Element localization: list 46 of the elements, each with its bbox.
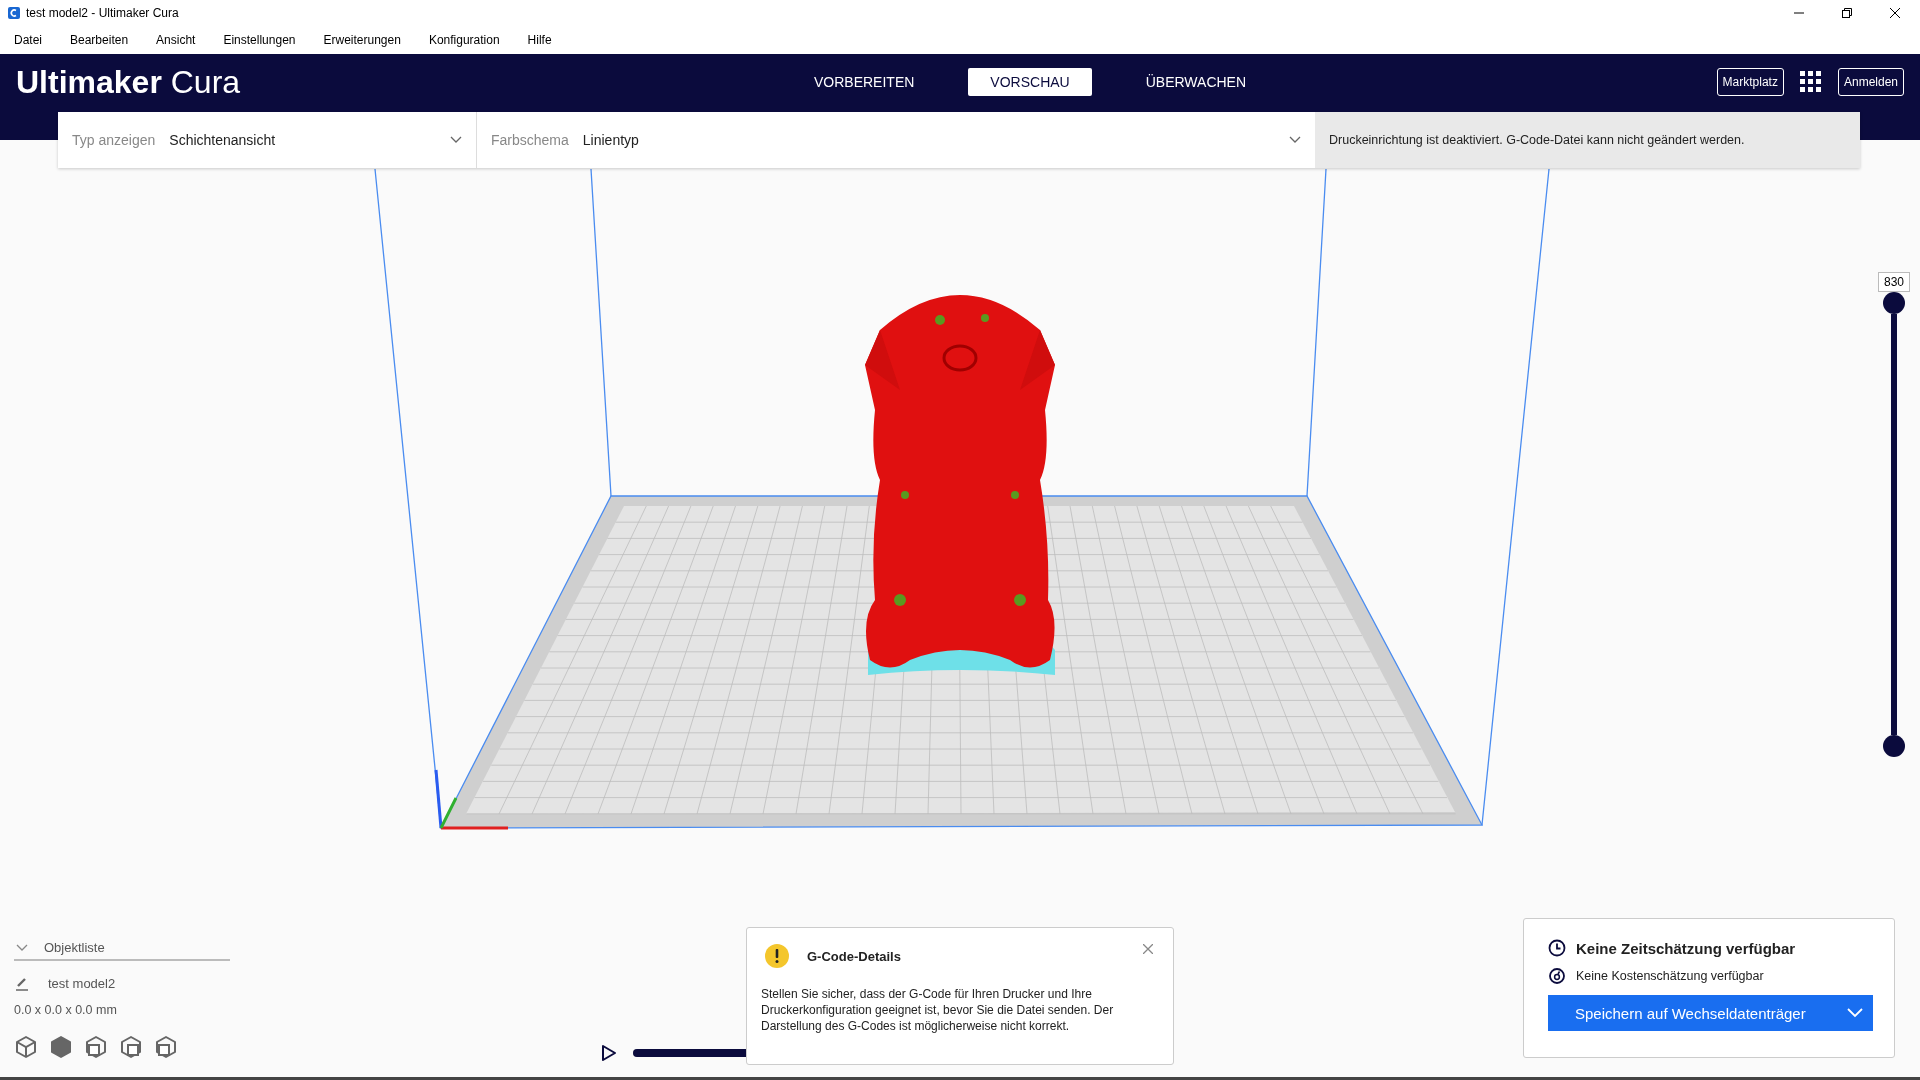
sign-in-button[interactable]: Anmelden <box>1837 68 1904 96</box>
logo: Ultimaker Cura <box>16 64 242 101</box>
stage-tab[interactable]: VORBEREITEN <box>792 68 937 96</box>
warning-icon <box>765 944 789 968</box>
cube-icon[interactable] <box>154 1035 178 1059</box>
message-title: G-Code-Details <box>807 948 901 964</box>
object-name[interactable]: test model2 <box>48 975 116 991</box>
cube-icon[interactable] <box>14 1035 38 1059</box>
view-type-dropdown[interactable]: Typ anzeigen Schichtenansicht <box>58 112 477 168</box>
pencil-icon <box>14 975 30 991</box>
menu-item[interactable]: Erweiterungen <box>323 33 401 47</box>
apps-grid-icon[interactable] <box>1799 71 1822 93</box>
menu-item[interactable]: Hilfe <box>527 33 552 47</box>
time-estimate: Keine Zeitschätzung verfügbar <box>1576 939 1796 957</box>
cube-icon[interactable] <box>84 1035 108 1059</box>
slider-handle[interactable] <box>1883 735 1905 757</box>
chevron-down-icon <box>1289 136 1301 144</box>
menu-item[interactable]: Bearbeiten <box>70 33 129 47</box>
marketplace-button[interactable]: Marktplatz <box>1716 68 1784 96</box>
cost-icon <box>1548 967 1566 985</box>
object-list-header[interactable]: Objektliste <box>14 940 230 961</box>
cost-estimate: Keine Kostenschätzung verfügbar <box>1576 969 1764 983</box>
chevron-down-icon <box>1847 1008 1863 1018</box>
close-icon[interactable] <box>1890 8 1900 18</box>
window-title: test model2 - Ultimaker Cura <box>26 6 179 20</box>
menu-item[interactable]: Einstellungen <box>223 33 296 47</box>
layer-number-label: 830 <box>1878 272 1910 292</box>
menu-item[interactable]: Konfiguration <box>428 33 500 47</box>
save-button[interactable]: Speichern auf Wechseldatenträger <box>1548 995 1873 1031</box>
stage-tab[interactable]: ÜBERWACHEN <box>1123 68 1269 96</box>
play-icon[interactable] <box>601 1044 617 1062</box>
clock-icon <box>1548 939 1566 957</box>
chevron-down-icon <box>450 136 462 144</box>
object-list-title: Objektliste <box>44 940 105 955</box>
stage-tab[interactable]: VORSCHAU <box>968 68 1092 96</box>
object-dimensions: 0.0 x 0.0 x 0.0 mm <box>14 1003 118 1017</box>
menu-item[interactable]: Datei <box>14 33 42 47</box>
restore-icon[interactable] <box>1842 8 1852 18</box>
message-text: Stellen Sie sicher, dass der G-Code für Ihren Drucker und Ihre Druckerkonfiguration geeignet ist, bevor Sie die Datei senden. Der Darstellung des G-Codes ist möglicherweise nicht korrekt. <box>761 986 1115 1034</box>
app-icon <box>8 7 20 19</box>
cube-icon[interactable] <box>49 1035 73 1059</box>
menu-item[interactable]: Ansicht <box>156 33 196 47</box>
slider-handle[interactable] <box>1883 292 1905 314</box>
cube-icon[interactable] <box>119 1035 143 1059</box>
color-scheme-dropdown[interactable]: Farbschema Linientyp <box>477 112 1315 168</box>
notice-text: Druckeinrichtung ist deaktiviert. G-Code-Datei kann nicht geändert werden. <box>1329 133 1745 147</box>
